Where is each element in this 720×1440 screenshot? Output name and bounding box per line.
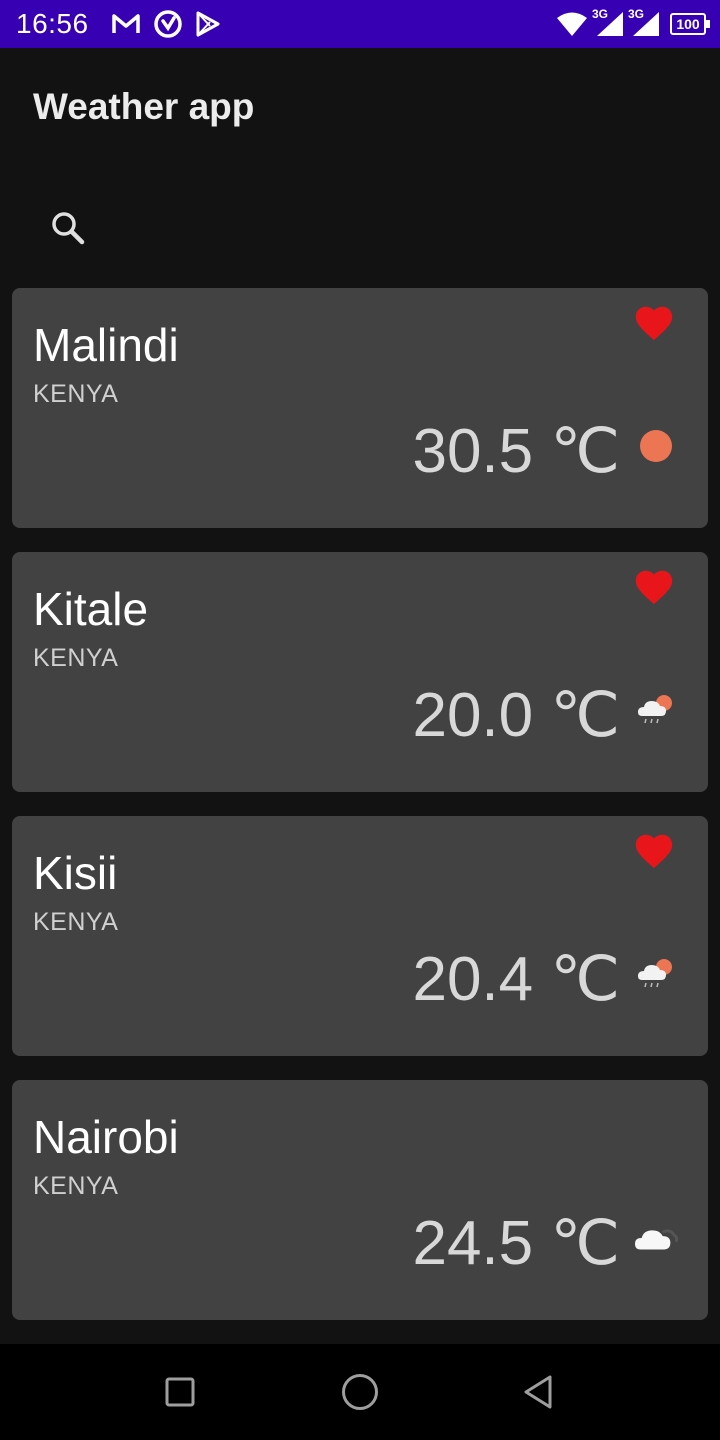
- heart-icon: [635, 834, 673, 869]
- signal-3g-icon: 3G: [628, 7, 660, 37]
- country-name: KENYA: [33, 380, 119, 408]
- city-list: Malindi KENYA 30.5 ℃ Kitale KENYA 20.0 ℃…: [12, 288, 708, 1344]
- back-icon: [524, 1375, 552, 1409]
- city-name: Nairobi: [33, 1111, 179, 1163]
- favorite-button[interactable]: [630, 828, 678, 872]
- signal-3g-icon: 3G: [592, 7, 624, 37]
- status-system-icons: 3G 3G 100: [556, 7, 710, 37]
- partly-cloudy-rain-icon: [634, 952, 678, 996]
- city-name: Malindi: [33, 319, 179, 371]
- temperature: 30.5 ℃: [412, 417, 620, 486]
- city-card[interactable]: Kitale KENYA 20.0 ℃: [12, 552, 708, 792]
- cloudy-icon: [634, 1216, 678, 1260]
- search-icon: [52, 212, 85, 245]
- home-button[interactable]: [338, 1370, 382, 1414]
- network-type-label: 3G: [592, 7, 609, 21]
- city-card[interactable]: Nairobi KENYA 24.5 ℃: [12, 1080, 708, 1320]
- favorite-button[interactable]: [630, 300, 678, 344]
- country-name: KENYA: [33, 644, 119, 672]
- wifi-icon: [556, 11, 588, 37]
- recents-button[interactable]: [158, 1370, 202, 1414]
- heart-icon: [635, 570, 673, 605]
- temperature: 20.4 ℃: [412, 945, 620, 1014]
- battery-level: 100: [676, 16, 700, 32]
- app-notification-icon: [153, 9, 183, 39]
- city-card[interactable]: Malindi KENYA 30.5 ℃: [12, 288, 708, 528]
- country-name: KENYA: [33, 908, 119, 936]
- favorite-button[interactable]: [630, 564, 678, 608]
- city-card[interactable]: Kisii KENYA 20.4 ℃: [12, 816, 708, 1056]
- network-type-label: 3G: [628, 7, 645, 21]
- sunny-icon: [634, 424, 678, 468]
- heart-icon: [635, 306, 673, 341]
- app-bar: Weather app: [0, 48, 720, 160]
- recents-icon: [165, 1377, 195, 1407]
- temperature: 24.5 ℃: [412, 1209, 620, 1278]
- status-notification-icons: [111, 9, 221, 39]
- play-store-icon: [195, 10, 221, 38]
- city-name: Kisii: [33, 847, 118, 899]
- country-name: KENYA: [33, 1172, 119, 1200]
- navigation-bar: [0, 1344, 720, 1440]
- home-icon: [342, 1374, 378, 1410]
- status-bar: 16:56 3G 3G 100: [0, 0, 720, 48]
- page-title: Weather app: [33, 86, 255, 127]
- partly-cloudy-rain-icon: [634, 688, 678, 732]
- city-name: Kitale: [33, 583, 149, 635]
- temperature: 20.0 ℃: [412, 681, 620, 750]
- battery-icon: 100: [670, 13, 710, 35]
- search-button[interactable]: [42, 202, 94, 254]
- back-button[interactable]: [516, 1370, 560, 1414]
- gmail-icon: [111, 12, 141, 36]
- status-time: 16:56: [16, 8, 89, 39]
